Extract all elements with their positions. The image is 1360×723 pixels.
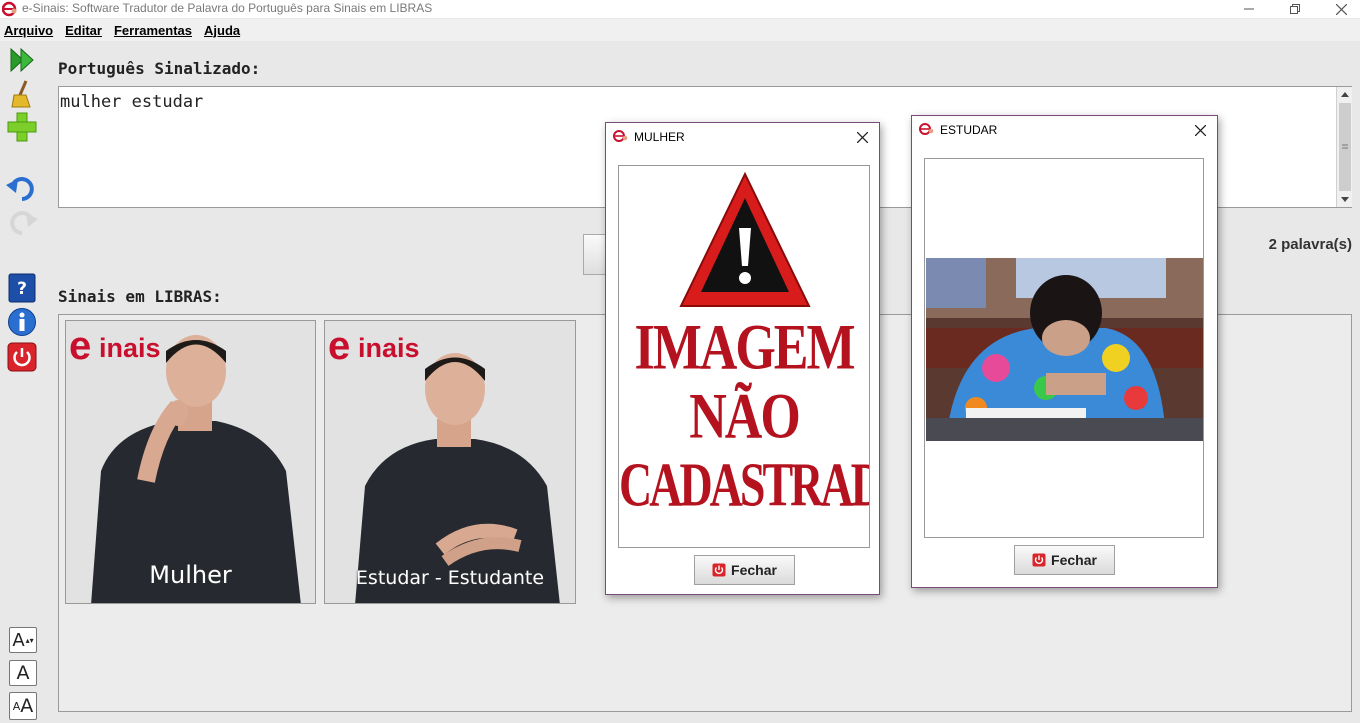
translate-button[interactable] (583, 234, 607, 275)
menu-editar[interactable]: Editar (65, 23, 102, 38)
input-text: mulher estudar (60, 92, 204, 112)
font-normal-icon: A (16, 662, 30, 684)
info-icon (8, 308, 36, 336)
redo-icon (10, 211, 38, 235)
image-text-line3: CADASTRADA (619, 449, 869, 519)
font-increase-icon: A (12, 629, 25, 651)
svg-text:?: ? (17, 279, 27, 299)
power-icon (7, 342, 37, 372)
dialog-title: ESTUDAR (940, 123, 998, 137)
font-increase-button[interactable]: A ▴▾ (9, 627, 37, 653)
broom-icon (11, 80, 31, 108)
dialog-close-button[interactable] (851, 126, 873, 148)
title-bar: e-Sinais: Software Tradutor de Palavra d… (0, 0, 1360, 18)
fechar-button[interactable]: Fechar (694, 555, 795, 585)
dialog-close-button[interactable] (1189, 119, 1211, 141)
undo-button[interactable] (5, 173, 39, 205)
sign-card-estudar[interactable]: e inais Estudar - Estudante (324, 320, 576, 604)
libras-label: Sinais em LIBRAS: (58, 287, 222, 306)
restore-icon (1290, 4, 1300, 14)
font-decrease-icon: A (20, 695, 34, 717)
menu-ferramentas[interactable]: Ferramentas (114, 23, 192, 38)
play-icon (10, 47, 34, 73)
sign-card-mulher[interactable]: e inais Mulher (65, 320, 316, 604)
word-count: 2 palavra(s) (1268, 236, 1352, 253)
window-title: e-Sinais: Software Tradutor de Palavra d… (22, 1, 433, 15)
minimize-icon (1244, 8, 1254, 10)
menu-arquivo[interactable]: Arquivo (4, 23, 53, 38)
translate-tool-button[interactable] (5, 44, 39, 76)
fechar-label: Fechar (1051, 552, 1097, 568)
student-photo (926, 258, 1203, 441)
app-logo-icon (919, 123, 934, 135)
text-scrollbar[interactable] (1336, 87, 1352, 207)
sign-video-illustration: e inais (325, 321, 575, 603)
clear-tool-button[interactable] (5, 78, 39, 110)
image-not-registered: IMAGEM NÃO CADASTRADA (618, 165, 870, 548)
close-icon (1194, 124, 1206, 136)
menu-bar: Arquivo Editar Ferramentas Ajuda (0, 19, 1360, 41)
menu-ajuda[interactable]: Ajuda (204, 23, 240, 38)
font-decrease-button[interactable]: AA (9, 692, 37, 720)
redo-button[interactable] (5, 207, 39, 239)
add-tool-button[interactable] (5, 111, 39, 143)
svg-text:e: e (69, 324, 91, 368)
sign-caption-mulher: Mulher (149, 561, 232, 589)
font-normal-button[interactable]: A (9, 660, 37, 686)
svg-text:e: e (328, 324, 350, 368)
exit-button[interactable] (5, 341, 39, 373)
image-text-line1: IMAGEM (634, 312, 855, 384)
sign-caption-estudar: Estudar - Estudante (355, 567, 545, 589)
scrollbar-arrows-icon (1339, 92, 1351, 202)
plus-icon (7, 112, 37, 142)
power-icon (1032, 553, 1046, 567)
dialog-title: MULHER (634, 130, 685, 144)
svg-text:inais: inais (358, 333, 420, 363)
minimize-button[interactable] (1226, 0, 1272, 18)
help-icon: ? (8, 273, 36, 303)
image-text-line2: NÃO (689, 381, 801, 453)
app-logo-icon (613, 130, 628, 142)
power-icon (712, 563, 726, 577)
app-logo-icon (2, 1, 17, 17)
fechar-button[interactable]: Fechar (1014, 545, 1115, 575)
close-icon (1335, 3, 1347, 15)
dialog-mulher: MULHER IMAGEM NÃO CADASTRADA Fechar (605, 122, 880, 595)
image-frame (924, 158, 1204, 538)
fechar-label: Fechar (731, 562, 777, 578)
restore-button[interactable] (1272, 0, 1318, 18)
undo-icon (6, 177, 34, 201)
portugues-label: Português Sinalizado: (58, 59, 261, 78)
close-window-button[interactable] (1318, 0, 1360, 18)
close-icon (856, 131, 868, 143)
help-button[interactable]: ? (5, 272, 39, 304)
svg-text:inais: inais (99, 333, 161, 363)
dialog-estudar: ESTUDAR Fechar (911, 115, 1218, 588)
info-button[interactable] (5, 306, 39, 338)
